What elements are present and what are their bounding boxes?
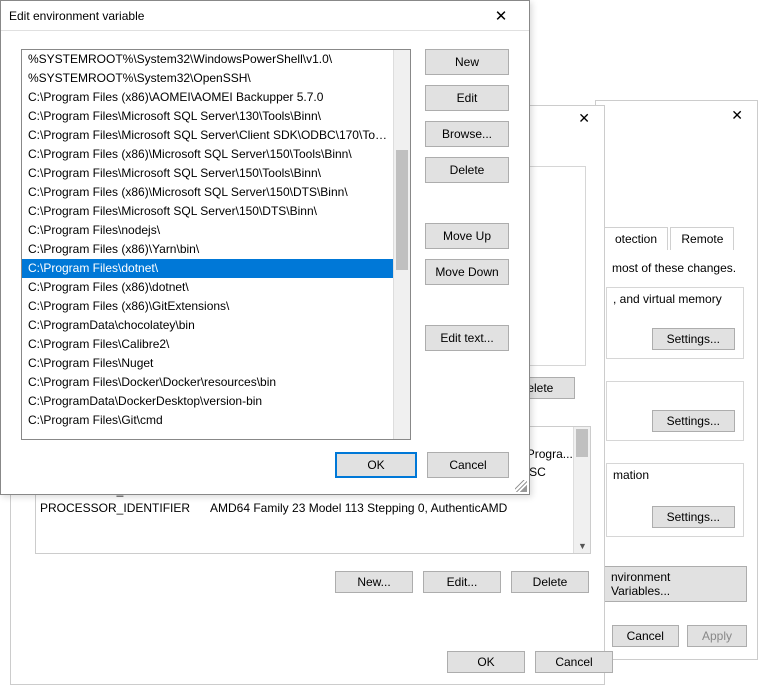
path-list-item[interactable]: C:\Program Files (x86)\Microsoft SQL Ser… <box>22 145 393 164</box>
env-vars-button[interactable]: nvironment Variables... <box>596 566 747 602</box>
path-list-item[interactable]: C:\ProgramData\chocolatey\bin <box>22 316 393 335</box>
var-name: PROCESSOR_IDENTIFIER <box>40 501 210 515</box>
resize-grip-icon[interactable] <box>515 480 527 492</box>
path-list-item[interactable]: C:\Program Files\Docker\Docker\resources… <box>22 373 393 392</box>
cancel-button[interactable]: Cancel <box>427 452 509 478</box>
scrollbar-thumb[interactable] <box>576 429 588 457</box>
sys-cancel-button[interactable]: Cancel <box>612 625 679 647</box>
path-list-item[interactable]: C:\Program Files\Nuget <box>22 354 393 373</box>
dialog-title: Edit environment variable <box>9 9 481 23</box>
path-list-item[interactable]: C:\Program Files (x86)\Yarn\bin\ <box>22 240 393 259</box>
env-cancel-button[interactable]: Cancel <box>535 651 613 673</box>
move-down-button[interactable]: Move Down <box>425 259 509 285</box>
path-list-item[interactable]: C:\Program Files\Microsoft SQL Server\13… <box>22 107 393 126</box>
tab-remote[interactable]: Remote <box>670 227 734 250</box>
edit-button[interactable]: Edit <box>425 85 509 111</box>
path-list-item[interactable]: %SYSTEMROOT%\System32\OpenSSH\ <box>22 69 393 88</box>
sys-delete-button[interactable]: Delete <box>511 571 589 593</box>
delete-button[interactable]: Delete <box>425 157 509 183</box>
env-ok-button[interactable]: OK <box>447 651 525 673</box>
profiles-settings-button[interactable]: Settings... <box>652 410 735 432</box>
system-properties-window: ✕ otection Remote most of these changes.… <box>595 100 758 660</box>
table-row[interactable]: PROCESSOR_IDENTIFIERAMD64 Family 23 Mode… <box>36 499 590 517</box>
var-value: AMD64 Family 23 Model 113 Stepping 0, Au… <box>210 501 586 515</box>
edit-text-button[interactable]: Edit text... <box>425 325 509 351</box>
close-icon[interactable]: ✕ <box>570 106 598 131</box>
path-list-item[interactable]: %SYSTEMROOT%\System32\WindowsPowerShell\… <box>22 50 393 69</box>
new-button[interactable]: New <box>425 49 509 75</box>
path-list-item[interactable]: C:\Program Files (x86)\AOMEI\AOMEI Backu… <box>22 88 393 107</box>
startup-text: mation <box>613 468 649 482</box>
path-list-item[interactable]: C:\Program Files\Git\cmd <box>22 411 393 430</box>
path-list[interactable]: %SYSTEMROOT%\System32\WindowsPowerShell\… <box>21 49 411 440</box>
sys-new-button[interactable]: New... <box>335 571 413 593</box>
scrollbar[interactable]: ▲ ▼ <box>573 427 590 553</box>
path-list-item[interactable]: C:\Program Files (x86)\GitExtensions\ <box>22 297 393 316</box>
perf-text: , and virtual memory <box>613 292 722 306</box>
close-icon[interactable]: ✕ <box>481 3 521 29</box>
browse-button[interactable]: Browse... <box>425 121 509 147</box>
sys-apply-button[interactable]: Apply <box>687 625 747 647</box>
path-list-item[interactable]: C:\Program Files\Microsoft SQL Server\Cl… <box>22 126 393 145</box>
edit-env-var-dialog: Edit environment variable ✕ %SYSTEMROOT%… <box>0 0 530 495</box>
perf-settings-button[interactable]: Settings... <box>652 328 735 350</box>
path-list-item[interactable]: C:\ProgramData\DockerDesktop\version-bin <box>22 392 393 411</box>
path-list-item[interactable]: C:\Program Files\Microsoft SQL Server\15… <box>22 164 393 183</box>
scrollbar[interactable] <box>393 50 410 439</box>
path-list-item[interactable]: C:\Program Files\Microsoft SQL Server\15… <box>22 202 393 221</box>
path-list-item[interactable]: C:\Program Files (x86)\Microsoft SQL Ser… <box>22 183 393 202</box>
startup-settings-button[interactable]: Settings... <box>652 506 735 528</box>
admin-note: most of these changes. <box>612 261 736 275</box>
ok-button[interactable]: OK <box>335 452 417 478</box>
move-up-button[interactable]: Move Up <box>425 223 509 249</box>
close-icon[interactable]: ✕ <box>723 103 751 128</box>
path-list-item[interactable]: C:\Program Files\dotnet\ <box>22 259 393 278</box>
tab-protection[interactable]: otection <box>604 227 668 250</box>
path-list-item[interactable]: C:\Program Files (x86)\dotnet\ <box>22 278 393 297</box>
path-list-item[interactable]: C:\Program Files\Calibre2\ <box>22 335 393 354</box>
path-list-item[interactable]: C:\Program Files\nodejs\ <box>22 221 393 240</box>
sys-edit-button[interactable]: Edit... <box>423 571 501 593</box>
scrollbar-thumb[interactable] <box>396 150 408 270</box>
